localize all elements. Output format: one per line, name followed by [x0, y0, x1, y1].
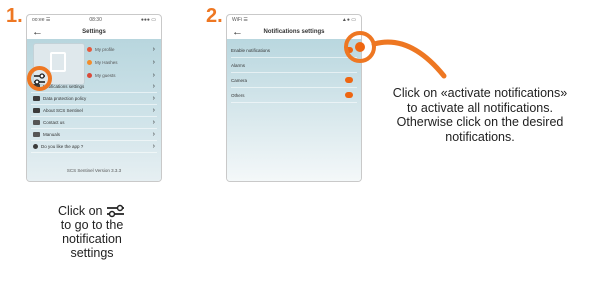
- chevron-right-icon: ›: [152, 131, 155, 138]
- step-number-1: 1.: [6, 5, 23, 27]
- step-number-2: 2.: [206, 5, 223, 27]
- caption-text: Click on «activate notifications»: [392, 86, 568, 100]
- back-arrow-icon[interactable]: ←: [232, 26, 244, 38]
- card-icon: [33, 108, 40, 113]
- chevron-right-icon: ›: [152, 119, 155, 126]
- notification-label: Camera: [231, 77, 248, 83]
- profile-menu: My profile › My Hashes › My guests ›: [87, 43, 157, 82]
- screen-title: Settings: [82, 29, 106, 35]
- hash-icon: [87, 60, 92, 65]
- person-icon: [87, 47, 92, 52]
- caption-text: settings: [70, 246, 114, 260]
- caption-text: notifications.: [445, 129, 515, 144]
- guests-icon: [87, 73, 92, 78]
- menu-item-manuals[interactable]: Manuals ›: [31, 129, 157, 141]
- notification-item-enable-all[interactable]: Enable notifications: [231, 43, 357, 58]
- toggle-switch[interactable]: [345, 62, 353, 68]
- chevron-right-icon: ›: [152, 107, 155, 114]
- menu-item-about[interactable]: About SCS Sentinel ›: [31, 105, 157, 117]
- caption-text: notification: [62, 232, 122, 246]
- status-battery: ▲● ▭: [341, 17, 356, 23]
- app-version-text: SCS Sentinel Version 3.3.3: [66, 168, 122, 173]
- settings-screen-phone: oo:ee ☰ 08:30 ●●● ▭ ← Settings My profil…: [26, 14, 162, 182]
- profile-menu-item[interactable]: My profile ›: [87, 43, 157, 56]
- caption-text: to activate all notifications.: [407, 100, 553, 115]
- chevron-right-icon: ›: [152, 72, 155, 79]
- toggle-switch[interactable]: [345, 92, 353, 98]
- pointer-arrow-icon: [371, 39, 447, 79]
- notification-label: Enable notifications: [231, 47, 271, 53]
- status-bar: WiFi ☰ ▲● ▭: [227, 15, 361, 25]
- document-icon: [33, 96, 40, 101]
- notification-item-alarms[interactable]: Alarms: [231, 58, 357, 73]
- nav-bar: ← Notifications settings: [227, 25, 361, 39]
- back-arrow-icon[interactable]: ←: [32, 26, 44, 38]
- chevron-right-icon: ›: [152, 59, 155, 66]
- monitor-icon: [33, 120, 40, 125]
- screen-title: Notifications settings: [263, 29, 325, 35]
- star-icon: [33, 144, 38, 149]
- notification-label: Alarms: [231, 62, 246, 68]
- menu-item-label: Manuals: [43, 132, 61, 137]
- settings-menu-list: Notifications settings › Data protection…: [31, 81, 157, 153]
- status-bar: oo:ee ☰ 08:30 ●●● ▭: [27, 15, 161, 25]
- status-battery: ●●● ▭: [140, 17, 156, 23]
- notification-item-camera[interactable]: Camera: [231, 73, 357, 88]
- menu-item-label: About SCS Sentinel: [43, 108, 83, 113]
- menu-item-data-protection[interactable]: Data protection policy ›: [31, 93, 157, 105]
- notification-item-others[interactable]: Others: [231, 88, 357, 103]
- toggle-switch[interactable]: [345, 77, 353, 83]
- chevron-right-icon: ›: [152, 46, 155, 53]
- profile-menu-label: My Hashes: [95, 60, 118, 65]
- chevron-right-icon: ›: [152, 83, 155, 90]
- status-carrier: oo:ee ☰: [32, 17, 51, 23]
- nav-bar: ← Settings: [27, 25, 161, 39]
- caption-text: to go to the: [60, 218, 124, 232]
- status-time: 08:30: [89, 17, 102, 23]
- menu-item-rate-app[interactable]: Do you like the app ? ›: [31, 141, 157, 153]
- sentinel-logo-icon: [50, 52, 66, 72]
- profile-menu-label: My guests: [95, 73, 116, 78]
- step1-caption: Click on to go to the notification setti…: [30, 204, 154, 260]
- menu-item-label: Contact us: [43, 120, 65, 125]
- menu-item-label: Do you like the app ?: [41, 144, 84, 149]
- notification-list: Enable notifications Alarms Camera Other…: [231, 43, 357, 103]
- sliders-icon: [34, 73, 45, 85]
- enable-toggle-dot: [355, 42, 365, 52]
- menu-item-label: Data protection policy: [43, 96, 87, 101]
- chevron-right-icon: ›: [152, 95, 155, 102]
- profile-menu-label: My profile: [95, 47, 115, 52]
- caption-text: Click on: [58, 204, 103, 218]
- notifications-screen-phone: WiFi ☰ ▲● ▭ ← Notifications settings Ena…: [226, 14, 362, 182]
- menu-item-contact[interactable]: Contact us ›: [31, 117, 157, 129]
- notification-label: Others: [231, 92, 245, 98]
- sliders-icon: [106, 204, 124, 218]
- book-icon: [33, 132, 40, 137]
- chevron-right-icon: ›: [152, 143, 155, 150]
- profile-menu-item[interactable]: My Hashes ›: [87, 56, 157, 69]
- caption-text: Otherwise click on the desired: [396, 115, 564, 129]
- step2-caption: Click on «activate notifications» to act…: [364, 86, 596, 144]
- status-carrier: WiFi ☰: [232, 17, 248, 23]
